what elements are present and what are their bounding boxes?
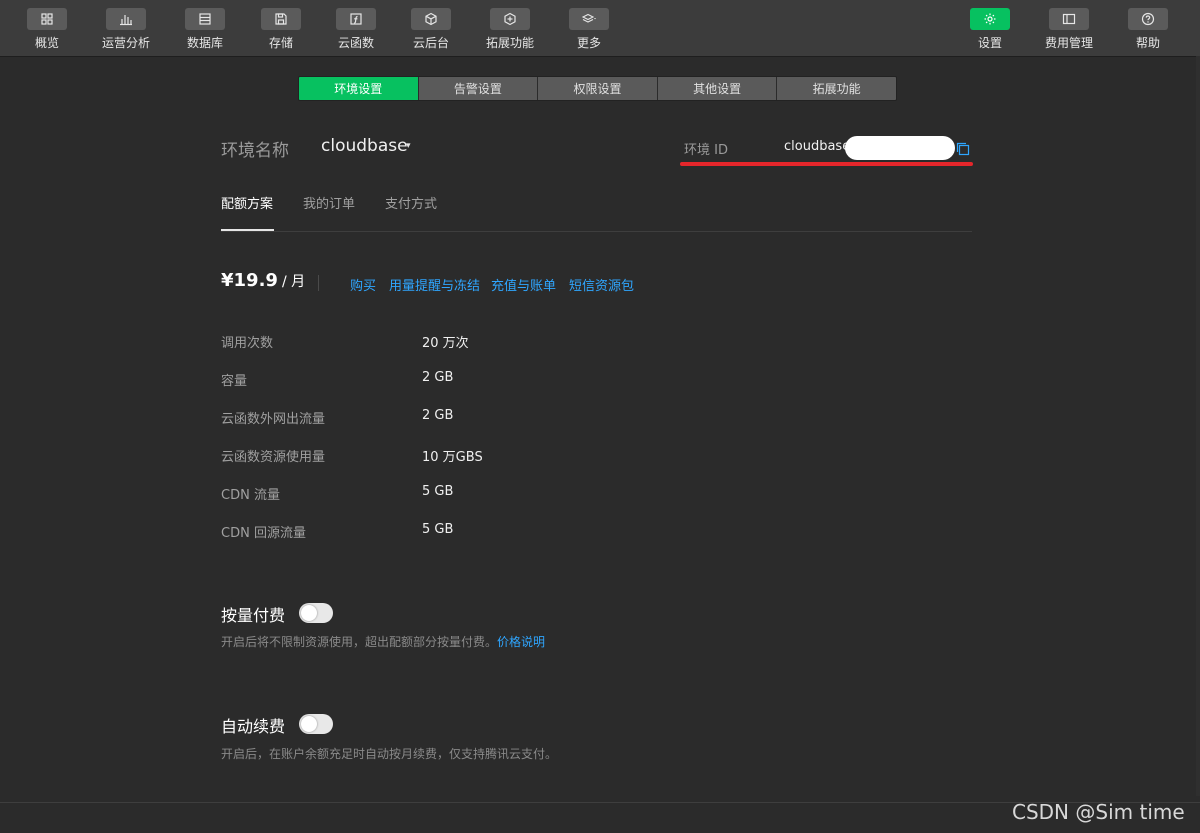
env-dropdown-caret-icon[interactable]: ▾	[406, 141, 411, 151]
copy-icon[interactable]	[956, 142, 970, 156]
toggle-knob	[301, 605, 317, 621]
toolbar-database[interactable]: 数据库	[166, 8, 244, 52]
gear-icon	[970, 8, 1010, 30]
bar-chart-icon	[106, 8, 146, 30]
pay-per-use-desc: 开启后将不限制资源使用，超出配额部分按量付费。价格说明	[221, 633, 545, 650]
watermark: CSDN @Sim time	[1012, 800, 1185, 824]
layers-icon	[569, 8, 609, 30]
toolbar-label: 帮助	[1135, 36, 1160, 50]
extension-icon	[490, 8, 530, 30]
price-amount: ¥19.9	[221, 270, 278, 291]
redaction-mask	[845, 136, 955, 160]
active-tab-indicator	[221, 229, 274, 231]
divider	[318, 275, 319, 291]
toolbar-help[interactable]: 帮助	[1109, 8, 1187, 52]
toolbar-analytics[interactable]: 运营分析	[87, 8, 165, 52]
database-icon	[185, 8, 225, 30]
price-period: / 月	[281, 274, 306, 290]
quota-label: 云函数资源使用量	[221, 450, 326, 465]
toolbar-label: 拓展功能	[485, 36, 534, 50]
toolbar-label: 数据库	[186, 36, 223, 50]
plan-subtabs: 配额方案 我的订单 支付方式	[221, 193, 972, 232]
toolbar-label: 设置	[977, 36, 1002, 50]
subtab-quota-plan[interactable]: 配额方案	[221, 193, 273, 212]
toolbar-billing[interactable]: 费用管理	[1030, 8, 1108, 52]
toolbar-label: 存储	[268, 36, 293, 50]
toolbar-overview[interactable]: 概览	[8, 8, 86, 52]
tab-permission-settings[interactable]: 权限设置	[538, 77, 658, 100]
subtab-payment-method[interactable]: 支付方式	[385, 193, 437, 212]
quota-label: 云函数外网出流量	[221, 412, 326, 427]
annotation-underline	[680, 162, 973, 166]
toolbar-label: 云后台	[412, 36, 449, 50]
tab-other-settings[interactable]: 其他设置	[657, 77, 778, 100]
quota-value: 5 GB	[422, 484, 454, 499]
toolbar-label: 概览	[34, 36, 59, 50]
auto-renew-desc: 开启后，在账户余额充足时自动按月续费，仅支持腾讯云支付。	[221, 747, 558, 761]
toolbar-label: 更多	[576, 36, 601, 50]
buy-link[interactable]: 购买	[350, 275, 376, 294]
toolbar-storage[interactable]: 存储	[242, 8, 320, 52]
sms-package-link[interactable]: 短信资源包	[569, 275, 634, 294]
tab-alert-settings[interactable]: 告警设置	[418, 77, 539, 100]
quota-value: 5 GB	[422, 522, 454, 537]
help-icon	[1128, 8, 1168, 30]
quota-label: CDN 流量	[221, 488, 280, 503]
env-id-label: 环境 ID	[684, 143, 728, 158]
pay-per-use-title: 按量付费	[221, 606, 286, 625]
toolbar: 概览 运营分析 数据库 存储 云函数 云后台 拓展功能 更多 设置 费用管理 帮…	[0, 0, 1200, 57]
toolbar-settings[interactable]: 设置	[951, 8, 1029, 52]
scrollbar-track[interactable]	[1196, 56, 1200, 796]
auto-renew-title: 自动续费	[221, 717, 286, 736]
quota-value: 2 GB	[422, 370, 454, 385]
save-icon	[261, 8, 301, 30]
quota-label: 容量	[221, 374, 248, 389]
env-name-label: 环境名称	[221, 141, 289, 161]
cube-icon	[411, 8, 451, 30]
toolbar-more[interactable]: 更多	[550, 8, 628, 52]
billing-icon	[1049, 8, 1089, 30]
plan-price: ¥19.9/ 月	[221, 270, 305, 291]
quota-value: 10 万GBS	[422, 450, 483, 465]
function-icon	[336, 8, 376, 30]
quota-value: 20 万次	[422, 336, 469, 351]
usage-alert-link[interactable]: 用量提醒与冻结	[389, 275, 480, 294]
pay-per-use-desc-text: 开启后将不限制资源使用，超出配额部分按量付费。	[221, 635, 498, 649]
toolbar-cloud-backend[interactable]: 云后台	[392, 8, 470, 52]
tab-environment-settings[interactable]: 环境设置	[299, 77, 419, 100]
toolbar-label: 云函数	[337, 36, 374, 50]
quota-label: 调用次数	[221, 336, 274, 351]
quota-value: 2 GB	[422, 408, 454, 423]
toolbar-label: 运营分析	[101, 36, 150, 50]
toolbar-cloud-functions[interactable]: 云函数	[317, 8, 395, 52]
grid-icon	[27, 8, 67, 30]
toolbar-label: 费用管理	[1044, 36, 1093, 50]
price-info-link[interactable]: 价格说明	[497, 635, 545, 649]
settings-tabs: 环境设置 告警设置 权限设置 其他设置 拓展功能	[298, 76, 897, 101]
subtab-my-orders[interactable]: 我的订单	[303, 193, 355, 212]
recharge-bill-link[interactable]: 充值与账单	[491, 275, 556, 294]
pay-per-use-toggle[interactable]	[299, 603, 333, 623]
toggle-knob	[301, 716, 317, 732]
tab-extensions[interactable]: 拓展功能	[777, 77, 896, 100]
toolbar-extensions[interactable]: 拓展功能	[471, 8, 549, 52]
env-name-value[interactable]: cloudbase	[321, 136, 408, 156]
quota-label: CDN 回源流量	[221, 526, 306, 541]
auto-renew-toggle[interactable]	[299, 714, 333, 734]
